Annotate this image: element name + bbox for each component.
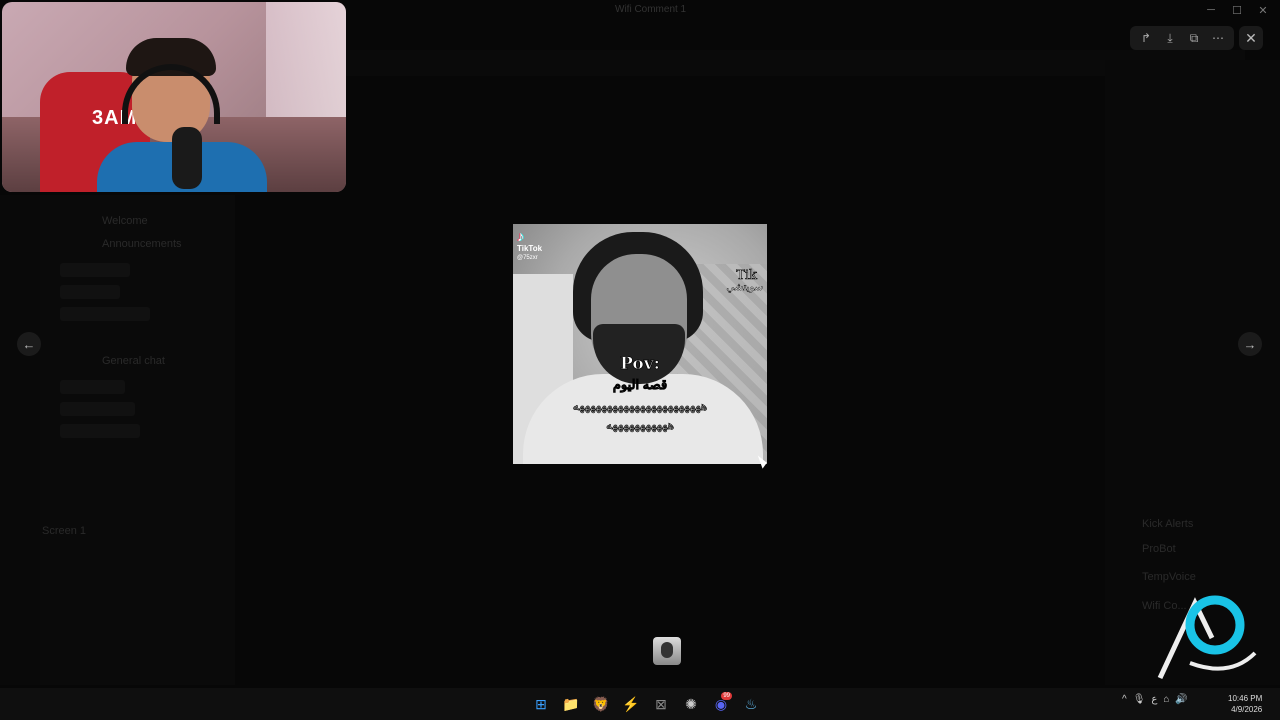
caption-line-2: هههههههههههههههههههههههه <box>572 399 708 414</box>
webcam-overlay: 3AM <box>2 2 346 192</box>
notification-badge: 99 <box>721 692 732 700</box>
streamer-logo-icon <box>1157 595 1257 680</box>
caption-pov: Pov: <box>620 354 661 375</box>
network-icon[interactable]: ⌂ <box>1163 694 1169 705</box>
maximize-button[interactable]: ☐ <box>1226 2 1248 18</box>
more-icon[interactable]: ⋯ <box>1206 26 1230 50</box>
taskbar-apps: ⊞ 📁 🦁 ⚡ ⊠ ✺ ◉ 99 ♨ <box>528 692 764 716</box>
caption-line-3: هههههههههههه <box>605 418 675 433</box>
taskbar: ⊞ 📁 🦁 ⚡ ⊠ ✺ ◉ 99 ♨ ^ 🎙 ع ⌂ 🔊 10:46 PM 4/… <box>0 688 1280 720</box>
next-media-button[interactable]: → <box>1238 332 1262 356</box>
windows-start-icon[interactable]: ⊞ <box>528 692 554 716</box>
microphone-tray-icon[interactable]: 🎙 <box>1133 694 1146 705</box>
media-toolbar: ↱ ⤓ ⧉ ⋯ <box>1130 26 1234 50</box>
tag-tik: Tik <box>736 268 757 284</box>
channel-item[interactable] <box>60 380 125 394</box>
discord-icon[interactable]: ◉ 99 <box>708 692 734 716</box>
previous-media-button[interactable]: ← <box>17 332 41 356</box>
tag-arabic: سويتشي <box>726 282 763 293</box>
volume-icon[interactable]: 🔊 <box>1175 694 1187 705</box>
tray-overflow-chevron-icon[interactable]: ^ <box>1122 694 1127 705</box>
close-viewer-button[interactable]: ✕ <box>1239 26 1263 50</box>
window-title: Wifi Comment 1 <box>615 4 687 15</box>
window-close-button[interactable]: ✕ <box>1252 2 1274 18</box>
member-tempvoice[interactable]: TempVoice <box>1142 571 1196 583</box>
thumbnail-face <box>661 642 673 658</box>
tiktok-watermark: ♪ TikTok @75zxr <box>517 228 542 262</box>
clock-time: 10:46 PM <box>1228 694 1263 703</box>
download-icon[interactable]: ⤓ <box>1158 26 1182 50</box>
steam-icon[interactable]: ♨ <box>738 692 764 716</box>
channel-item[interactable] <box>60 263 130 277</box>
channel-list: Welcome Announcements General chat Scree… <box>40 195 235 685</box>
open-external-icon[interactable]: ⧉ <box>1182 26 1206 50</box>
window-controls: ─ ☐ ✕ <box>1200 2 1274 18</box>
webcam-curtain <box>266 2 346 122</box>
voice-channel-screen[interactable]: Screen 1 <box>42 525 86 537</box>
channel-item-announcements[interactable]: Announcements <box>102 238 182 250</box>
language-indicator[interactable]: ع <box>1151 694 1157 705</box>
tiktok-icon: ♪ <box>517 228 524 244</box>
member-kick-alerts[interactable]: Kick Alerts <box>1142 518 1193 530</box>
media-thumbnail[interactable] <box>653 637 681 665</box>
system-tray: ^ 🎙 ع ⌂ 🔊 <box>1122 694 1188 705</box>
brave-browser-icon[interactable]: 🦁 <box>588 692 614 716</box>
channel-item[interactable] <box>60 424 140 438</box>
caption-line-1: قصه اليوم <box>612 377 668 393</box>
fl-app-icon[interactable]: ⚡ <box>618 692 644 716</box>
minimize-button[interactable]: ─ <box>1200 2 1222 18</box>
xbox-app-icon[interactable]: ⊠ <box>648 692 674 716</box>
media-image[interactable]: ♪ TikTok @75zxr Tik سويتشي Pov: قصه اليو… <box>513 224 767 464</box>
clock[interactable]: 10:46 PM 4/9/2026 <box>1228 693 1262 715</box>
file-explorer-icon[interactable]: 📁 <box>558 692 584 716</box>
channel-item[interactable] <box>60 285 120 299</box>
clock-date: 4/9/2026 <box>1231 705 1263 714</box>
forward-icon[interactable]: ↱ <box>1134 26 1158 50</box>
channel-item-welcome[interactable]: Welcome <box>102 215 148 227</box>
tiktok-word: TikTok <box>517 244 543 253</box>
tiktok-handle: @75zxr <box>517 255 538 261</box>
server-rail <box>0 195 40 685</box>
channel-item[interactable] <box>60 307 150 321</box>
chatgpt-icon[interactable]: ✺ <box>678 692 704 716</box>
channel-item[interactable] <box>60 402 135 416</box>
microphone-icon <box>172 127 202 189</box>
member-probot[interactable]: ProBot <box>1142 543 1176 555</box>
channel-item-general-chat[interactable]: General chat <box>102 355 165 367</box>
